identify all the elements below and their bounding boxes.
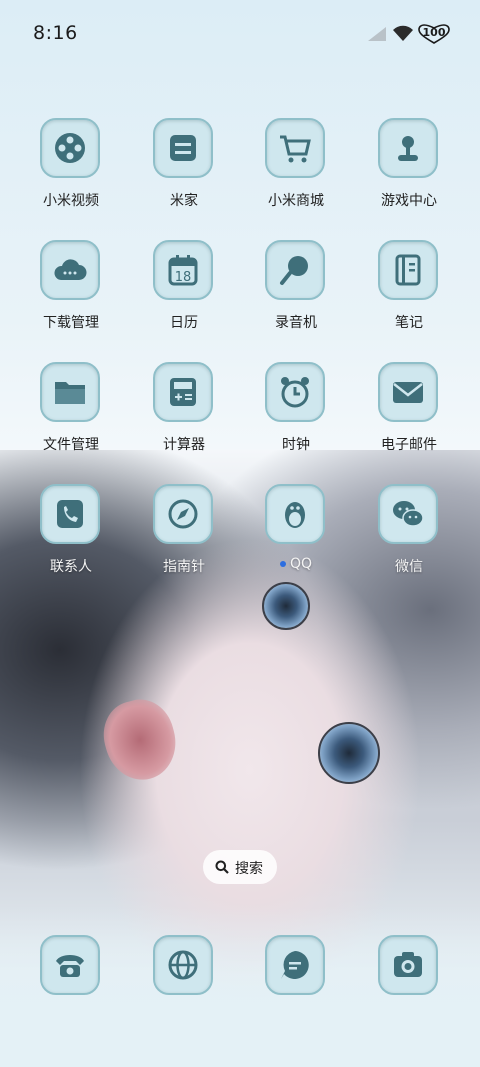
notebook-icon [378, 240, 438, 300]
wifi-icon [393, 25, 413, 41]
calendar-date: 18 [175, 270, 192, 285]
home-devices-icon [153, 118, 213, 178]
globe-icon [153, 935, 213, 995]
app-label: 电子邮件 [381, 437, 437, 453]
calendar-icon: 18 [153, 240, 213, 300]
microphone-icon [265, 240, 325, 300]
wallpaper-lips [95, 692, 185, 788]
download-cloud-icon [40, 240, 100, 300]
search-button[interactable]: 搜索 [203, 850, 277, 884]
search-icon [215, 860, 229, 874]
status-time: 8:16 [33, 22, 78, 44]
wallpaper-eye-right [318, 722, 380, 784]
compass-icon [153, 484, 213, 544]
app-label: 指南针 [163, 559, 205, 575]
battery-icon: 100 [418, 24, 450, 44]
app-label: 游戏中心 [381, 193, 437, 209]
clock-icon [265, 362, 325, 422]
phone-icon [40, 935, 100, 995]
app-label: 下载管理 [43, 315, 99, 331]
video-icon [40, 118, 100, 178]
search-label: 搜索 [235, 861, 263, 877]
app-label: 计算器 [163, 437, 205, 453]
app-label: 联系人 [50, 559, 92, 575]
app-label: 时钟 [282, 437, 310, 453]
camera-icon [378, 935, 438, 995]
mail-icon [378, 362, 438, 422]
app-label: 微信 [395, 559, 423, 575]
cart-icon [265, 118, 325, 178]
calculator-icon [153, 362, 213, 422]
contacts-icon [40, 484, 100, 544]
game-icon [378, 118, 438, 178]
app-label: 笔记 [395, 315, 423, 331]
qq-label-text: QQ [289, 556, 313, 572]
app-label: 小米商城 [268, 193, 324, 209]
wechat-icon [378, 484, 438, 544]
status-bar: 8:16 100 [0, 0, 480, 68]
battery-level: 100 [422, 26, 446, 39]
new-app-dot [279, 561, 286, 567]
app-label: 米家 [170, 193, 198, 209]
app-label: 小米视频 [43, 193, 99, 209]
wallpaper-eye-left [262, 582, 310, 630]
qq-penguin-icon [265, 484, 325, 544]
app-label: QQ [240, 556, 352, 572]
folder-icon [40, 362, 100, 422]
app-label: 日历 [170, 315, 198, 331]
app-label: 文件管理 [43, 437, 99, 453]
message-icon [265, 935, 325, 995]
dock [0, 935, 480, 997]
signal-icon [368, 27, 386, 41]
app-label: 录音机 [275, 315, 317, 331]
